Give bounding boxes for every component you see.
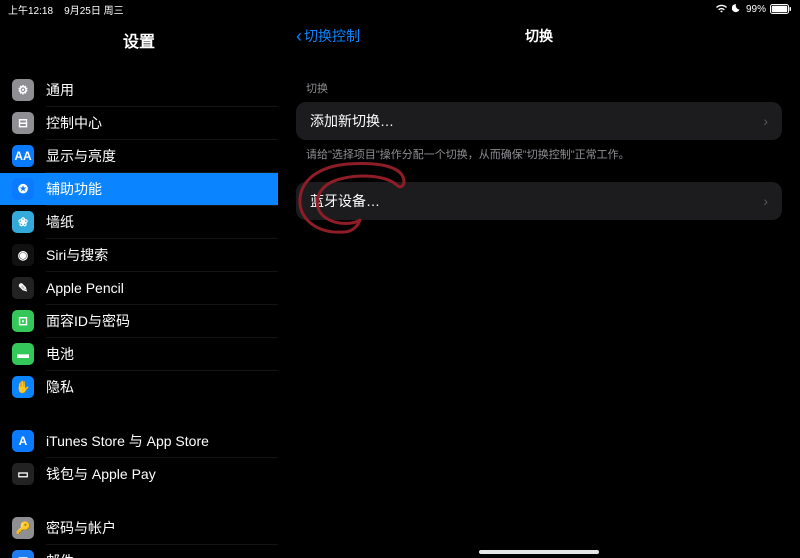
sidebar-item-label: 面容ID与密码 xyxy=(46,311,130,331)
sidebar-item-label: iTunes Store 与 App Store xyxy=(46,431,209,451)
bluetooth-devices-cell[interactable]: 蓝牙设备… › xyxy=(296,182,782,220)
sidebar-item-battery[interactable]: ▬ 电池 xyxy=(0,338,278,370)
sidebar-item-label: 辅助功能 xyxy=(46,179,102,199)
add-new-switch-label: 添加新切换… xyxy=(310,111,394,131)
status-left: 上午12:18 9月25日 周三 xyxy=(8,2,124,17)
status-bar: 上午12:18 9月25日 周三 99% xyxy=(0,0,800,18)
page-title: 切换 xyxy=(525,26,553,46)
wallet-applepay-icon: ▭ xyxy=(12,463,34,485)
section-footer-note: 请给"选择项目"操作分配一个切换，从而确保"切换控制"正常工作。 xyxy=(306,146,782,162)
battery-pct: 99% xyxy=(746,4,766,15)
general-icon: ⚙ xyxy=(12,79,34,101)
sidebar-item-wallet-applepay[interactable]: ▭ 钱包与 Apple Pay xyxy=(0,458,278,490)
privacy-icon: ✋ xyxy=(12,376,34,398)
control-center-icon: ⊟ xyxy=(12,112,34,134)
sidebar-item-label: 墙纸 xyxy=(46,212,74,232)
sidebar-item-label: 显示与亮度 xyxy=(46,146,116,166)
sidebar-item-mail[interactable]: ✉ 邮件 xyxy=(0,545,278,558)
sidebar-item-control-center[interactable]: ⊟ 控制中心 xyxy=(0,107,278,139)
bluetooth-devices-label: 蓝牙设备… xyxy=(310,191,380,211)
accessibility-icon: ✪ xyxy=(12,178,34,200)
sidebar-item-label: 钱包与 Apple Pay xyxy=(46,464,156,484)
back-button[interactable]: ‹ 切换控制 xyxy=(296,26,360,46)
sidebar-item-label: Siri与搜索 xyxy=(46,245,108,265)
status-time: 上午12:18 xyxy=(8,6,53,17)
sidebar-item-accessibility[interactable]: ✪ 辅助功能 xyxy=(0,173,278,205)
chevron-right-icon: › xyxy=(763,193,768,209)
sidebar-item-wallpaper[interactable]: ❀ 墙纸 xyxy=(0,206,278,238)
settings-sidebar: 设置 ⚙ 通用 ⊟ 控制中心 AA 显示与亮度 ✪ 辅助功能 ❀ 墙纸 ◉ Siri与搜索 ✎ Apple… xyxy=(0,18,278,558)
display-brightness-icon: AA xyxy=(12,145,34,167)
chevron-right-icon: › xyxy=(763,113,768,129)
faceid-passcode-icon: ⊡ xyxy=(12,310,34,332)
apple-pencil-icon: ✎ xyxy=(12,277,34,299)
sidebar-item-passwords-accounts[interactable]: 🔑 密码与帐户 xyxy=(0,512,278,544)
battery-icon xyxy=(770,4,792,14)
sidebar-item-label: 隐私 xyxy=(46,377,74,397)
home-indicator[interactable] xyxy=(479,550,599,554)
battery-icon: ▬ xyxy=(12,343,34,365)
sidebar-item-apple-pencil[interactable]: ✎ Apple Pencil xyxy=(0,272,278,304)
sidebar-item-label: 控制中心 xyxy=(46,113,102,133)
sidebar-item-label: Apple Pencil xyxy=(46,280,124,296)
passwords-accounts-icon: 🔑 xyxy=(12,517,34,539)
back-label: 切换控制 xyxy=(304,26,360,46)
wallpaper-icon: ❀ xyxy=(12,211,34,233)
mail-icon: ✉ xyxy=(12,550,34,558)
sidebar-item-label: 邮件 xyxy=(46,551,74,558)
status-right: 99% xyxy=(715,3,792,16)
sidebar-item-label: 通用 xyxy=(46,80,74,100)
dnd-moon-icon xyxy=(732,3,742,16)
siri-search-icon: ◉ xyxy=(12,244,34,266)
detail-pane: ‹ 切换控制 切换 切换 添加新切换… › 请给"选择项目"操作分配一个切换，从… xyxy=(278,18,800,558)
nav-bar: ‹ 切换控制 切换 xyxy=(296,18,782,54)
sidebar-item-itunes-appstore[interactable]: AiTunes Store 与 App Store xyxy=(0,425,278,457)
sidebar-item-siri-search[interactable]: ◉ Siri与搜索 xyxy=(0,239,278,271)
itunes-appstore-icon: A xyxy=(12,430,34,452)
sidebar-item-label: 密码与帐户 xyxy=(46,518,116,538)
chevron-left-icon: ‹ xyxy=(296,27,302,45)
status-date: 9月25日 周三 xyxy=(64,6,123,17)
sidebar-item-general[interactable]: ⚙ 通用 xyxy=(0,74,278,106)
sidebar-item-label: 电池 xyxy=(46,344,74,364)
section-header-switch: 切换 xyxy=(306,80,782,96)
sidebar-item-privacy[interactable]: ✋ 隐私 xyxy=(0,371,278,403)
sidebar-item-faceid-passcode[interactable]: ⊡ 面容ID与密码 xyxy=(0,305,278,337)
sidebar-item-display-brightness[interactable]: AA 显示与亮度 xyxy=(0,140,278,172)
sidebar-title: 设置 xyxy=(0,18,278,66)
add-new-switch-cell[interactable]: 添加新切换… › xyxy=(296,102,782,140)
wifi-icon xyxy=(715,3,728,16)
